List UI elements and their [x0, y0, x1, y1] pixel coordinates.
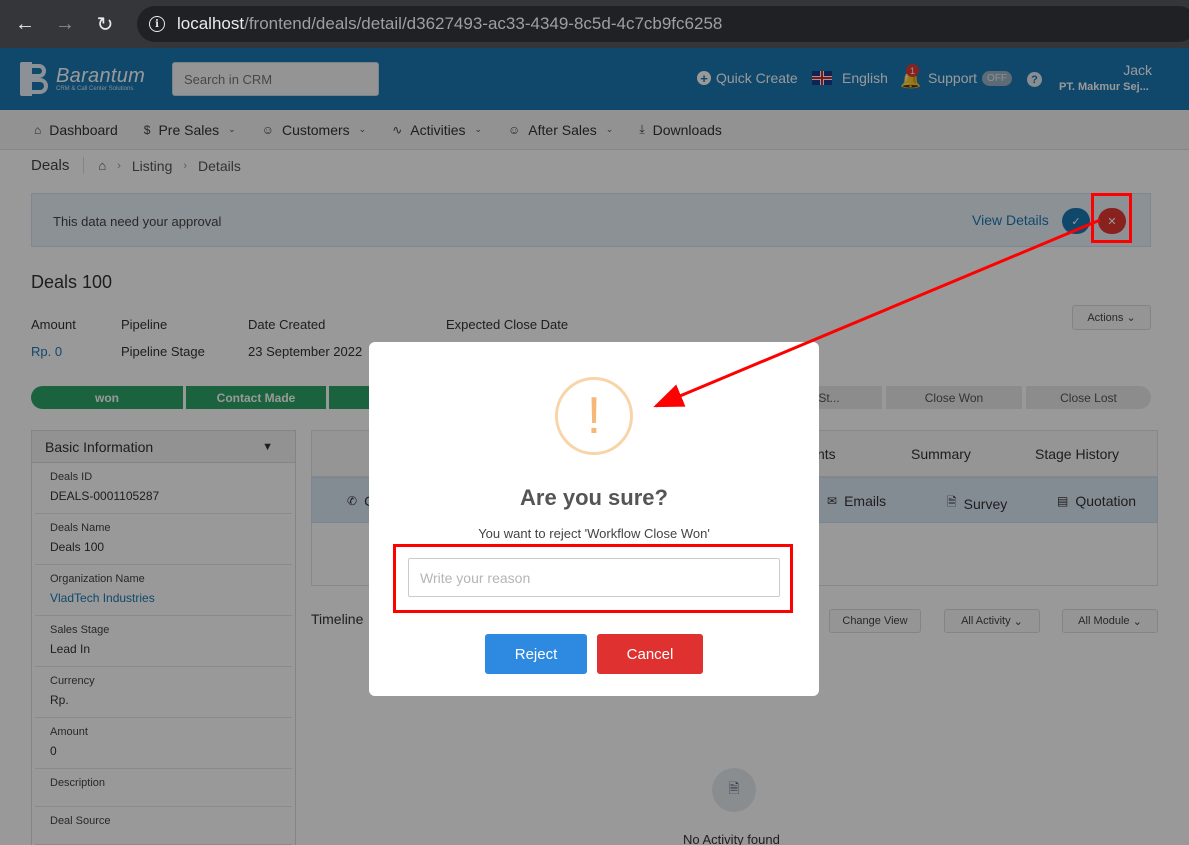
browser-toolbar: ← → ↻ i localhost/frontend/deals/detail/…	[0, 0, 1189, 48]
reject-confirm-dialog: ! Are you sure? You want to reject 'Work…	[369, 342, 819, 696]
info-icon[interactable]: i	[149, 16, 165, 32]
highlight-reject-button	[1091, 193, 1132, 243]
dialog-message: You want to reject 'Workflow Close Won'	[478, 526, 710, 541]
url-path: /frontend/deals/detail/d3627493-ac33-434…	[244, 14, 723, 33]
dialog-title: Are you sure?	[520, 485, 668, 510]
url-host: localhost	[177, 14, 245, 33]
address-bar[interactable]: i localhost/frontend/deals/detail/d36274…	[137, 6, 1189, 42]
reject-button[interactable]: Reject	[485, 634, 587, 674]
reload-icon[interactable]: ↻	[90, 9, 120, 39]
arrow-right-icon[interactable]: →	[50, 9, 80, 39]
highlight-reason-input	[393, 544, 793, 613]
warning-icon: !	[555, 377, 633, 455]
cancel-button[interactable]: Cancel	[597, 634, 703, 674]
arrow-left-icon[interactable]: ←	[10, 9, 40, 39]
